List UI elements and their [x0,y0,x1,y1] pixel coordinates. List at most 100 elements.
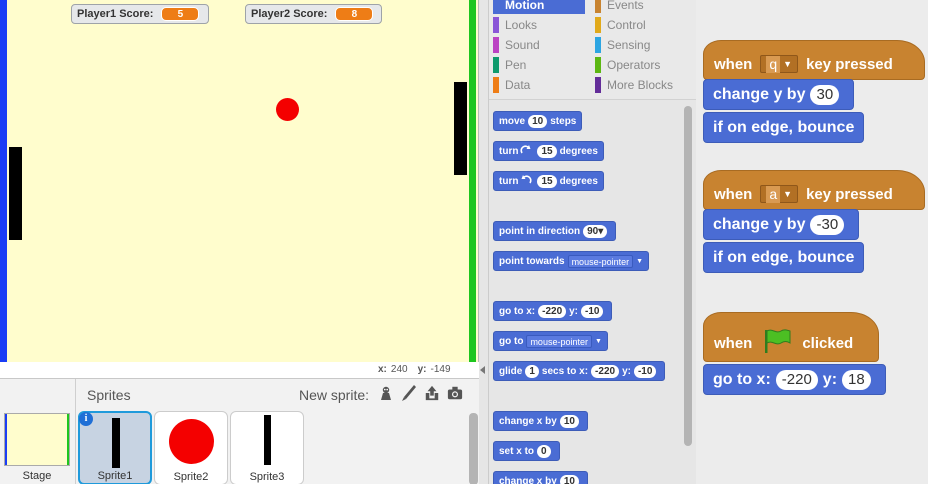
change-y-block[interactable]: change y by 30 [703,79,855,110]
info-icon[interactable]: i [79,412,93,426]
set-x-block[interactable]: set x to 0 [493,441,560,461]
sprite-label: Sprite1 [97,470,133,482]
change-y-block[interactable]: change y by -30 [703,209,860,240]
block-text: when [714,185,753,203]
player2-score-monitor[interactable]: Player2 Score: 8 [245,4,382,24]
block-dropdown[interactable]: mouse-pointer [567,254,634,268]
sprite3-thumbnail [264,415,271,465]
monitor-value: 5 [161,7,200,21]
key-dropdown[interactable]: q ▼ [760,55,799,73]
block-input[interactable]: -30 [810,214,845,235]
block-input[interactable]: 90▾ [583,224,608,238]
category-looks[interactable]: Looks [493,16,585,34]
block-text: turn [499,175,519,187]
block-input[interactable]: 15 [537,174,557,188]
stage[interactable]: Player1 Score: 5 Player2 Score: 8 [0,0,479,362]
block-text: clicked [802,334,854,352]
block-input[interactable]: 18 [842,369,871,390]
paint-brush-icon[interactable] [401,384,417,402]
block-input[interactable]: 30 [810,84,840,105]
turn-left-icon [520,174,532,189]
block-input[interactable]: 1 [525,364,539,378]
block-text: degrees [559,145,598,157]
category-label: Operators [607,58,661,72]
category-operators[interactable]: Operators [595,56,693,74]
block-input[interactable]: -220 [538,304,567,318]
category-pen[interactable]: Pen [493,56,585,74]
dropdown-arrow-icon: ▼ [636,257,644,265]
category-motion[interactable]: Motion [493,0,585,14]
x-label: x: [378,363,387,375]
block-text: y: [822,370,838,388]
stage-selector[interactable]: Stage [0,379,76,484]
scratch-editor: Player1 Score: 5 Player2 Score: 8 x: 240… [0,0,928,484]
block-input[interactable]: 0 [537,444,551,458]
block-text: turn [499,145,519,157]
block-text: y: [569,305,579,317]
block-text: key pressed [806,55,893,73]
category-sound[interactable]: Sound [493,36,585,54]
block-text: go to [499,335,524,347]
block-input[interactable]: 10 [559,474,579,484]
ball[interactable] [276,98,299,121]
block-input[interactable]: -220 [591,364,620,378]
category-label: Looks [505,18,538,32]
key-value: q [766,55,781,73]
if-on-edge-bounce-block[interactable]: if on edge, bounce [703,112,865,143]
choose-sprite-icon[interactable] [378,384,394,402]
category-more-blocks[interactable]: More Blocks [595,76,693,94]
if-on-edge-bounce-block[interactable]: if on edge, bounce [703,242,865,273]
player1-score-monitor[interactable]: Player1 Score: 5 [71,4,209,24]
camera-icon[interactable] [447,384,463,402]
sprite-tile-sprite3[interactable]: Sprite3 [230,411,304,484]
change-block-partial[interactable]: change x by 10 [493,471,588,484]
category-control[interactable]: Control [595,16,693,34]
monitor-value: 8 [335,7,374,21]
block-text: y: [622,365,631,377]
point-towards-block[interactable]: point towards mouse-pointer ▼ [493,251,650,271]
sprite-tile-sprite1[interactable]: i Sprite1 [78,411,152,484]
point-in-direction-block[interactable]: point in direction 90▾ [493,221,617,241]
category-label: Events [607,0,644,12]
motion-blocks-list: move 10 steps turn 15 degrees turn 15 de… [489,100,696,484]
block-text: when [714,334,753,352]
sprite-list-scrollbar[interactable] [469,413,478,484]
category-events[interactable]: Events [595,0,693,14]
go-to-block[interactable]: go to mouse-pointer ▼ [493,331,608,351]
when-flag-clicked-hat[interactable]: when clicked [703,312,879,362]
player1-paddle[interactable] [9,147,22,240]
block-palette: Motion Events Looks Control Sound Sensin… [489,0,696,484]
block-text: change y by [713,215,806,233]
block-input[interactable]: 10 [528,114,548,128]
block-text: move [499,115,526,127]
block-dropdown[interactable]: mouse-pointer [526,334,592,348]
block-text: secs to x: [541,365,589,377]
change-x-block[interactable]: change x by 10 [493,411,588,431]
block-text: key pressed [806,185,893,203]
palette-scrollbar[interactable] [684,106,692,446]
go-to-xy-block[interactable]: go to x: -220 y: 18 [703,364,886,395]
category-sensing[interactable]: Sensing [595,36,693,54]
sprite-tile-sprite2[interactable]: Sprite2 [154,411,228,484]
upload-icon[interactable] [424,384,440,402]
left-wall [0,0,7,362]
block-input[interactable]: 10 [559,414,579,428]
block-input[interactable]: -220 [775,369,818,390]
stage-thumbnail[interactable] [4,413,70,466]
block-input[interactable]: 15 [537,144,557,158]
player2-paddle[interactable] [454,82,467,175]
glide-block[interactable]: glide 1 secs to x: -220 y: -10 [493,361,666,381]
block-text: point in direction [499,225,581,237]
key-dropdown[interactable]: a ▼ [760,185,799,203]
block-input[interactable]: -10 [633,364,657,378]
category-data[interactable]: Data [493,76,585,94]
category-label: More Blocks [607,78,674,92]
turn-left-block[interactable]: turn 15 degrees [493,171,604,191]
turn-right-block[interactable]: turn 15 degrees [493,141,604,161]
go-to-xy-block[interactable]: go to x: -220 y: -10 [493,301,613,321]
collapse-arrow-icon[interactable] [480,366,485,374]
block-input[interactable]: -10 [581,304,604,318]
when-key-pressed-hat[interactable]: when q ▼ key pressed [703,40,925,80]
move-steps-block[interactable]: move 10 steps [493,111,583,131]
when-key-pressed-hat[interactable]: when a ▼ key pressed [703,170,925,210]
